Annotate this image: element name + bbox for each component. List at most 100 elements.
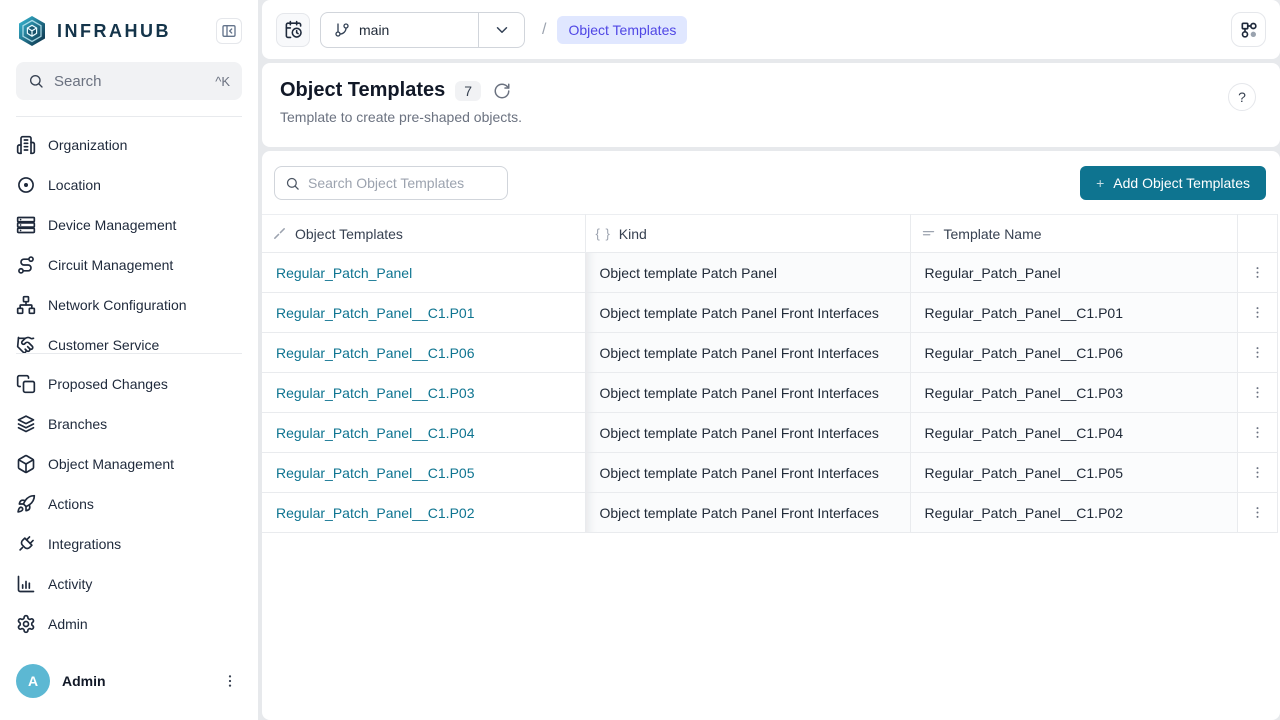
table-body: Regular_Patch_Panel Object template Patc… — [262, 253, 1277, 533]
user-menu-button[interactable] — [218, 669, 242, 693]
row-actions-button[interactable] — [1244, 339, 1271, 366]
server-icon — [16, 215, 36, 235]
table-row[interactable]: Regular_Patch_Panel__C1.P01 Object templ… — [262, 293, 1277, 333]
kebab-icon — [1250, 465, 1265, 480]
kebab-icon — [222, 673, 238, 689]
row-actions-button[interactable] — [1244, 419, 1271, 446]
sidebar-item-actions[interactable]: Actions — [0, 484, 258, 524]
plug-icon — [16, 534, 36, 554]
help-button[interactable]: ? — [1228, 83, 1256, 111]
sidebar-menu-primary: Organization Location Device Management … — [0, 117, 258, 353]
calendar-clock-icon — [284, 20, 303, 39]
sidebar-item-proposed-changes[interactable]: Proposed Changes — [0, 364, 258, 404]
sidebar-item-device-management[interactable]: Device Management — [0, 205, 258, 245]
sidebar-item-location[interactable]: Location — [0, 165, 258, 205]
sidebar-search[interactable]: Search ^K — [16, 62, 242, 100]
layers-icon — [16, 414, 36, 434]
branch-selector[interactable]: main — [320, 12, 525, 48]
search-shortcut: ^K — [215, 74, 230, 89]
kebab-icon — [1250, 345, 1265, 360]
row-actions-button[interactable] — [1244, 299, 1271, 326]
row-actions-button[interactable] — [1244, 499, 1271, 526]
kind-cell: Object template Patch Panel Front Interf… — [585, 453, 910, 493]
template-name-cell: Regular_Patch_Panel__C1.P04 — [910, 413, 1237, 453]
schema-button[interactable] — [1231, 12, 1266, 47]
table-row[interactable]: Regular_Patch_Panel__C1.P02 Object templ… — [262, 493, 1277, 533]
template-name-cell: Regular_Patch_Panel — [910, 253, 1237, 293]
row-actions-button[interactable] — [1244, 459, 1271, 486]
kebab-icon — [1250, 425, 1265, 440]
column-header-kind: { } Kind — [585, 215, 910, 253]
kind-cell: Object template Patch Panel Front Interf… — [585, 333, 910, 373]
chevron-down-icon — [493, 21, 511, 39]
main-area: main / Object Templates Object Templates… — [262, 0, 1280, 720]
bar-chart-icon — [16, 574, 36, 594]
branch-dropdown-toggle[interactable] — [478, 13, 524, 47]
diff-icon — [16, 374, 36, 394]
table-row[interactable]: Regular_Patch_Panel__C1.P05 Object templ… — [262, 453, 1277, 493]
sidebar-item-integrations[interactable]: Integrations — [0, 524, 258, 564]
kebab-icon — [1250, 505, 1265, 520]
kind-cell: Object template Patch Panel Front Interf… — [585, 293, 910, 333]
object-template-link[interactable]: Regular_Patch_Panel__C1.P03 — [276, 385, 474, 401]
gear-icon — [16, 614, 36, 634]
add-object-templates-button[interactable]: + Add Object Templates — [1080, 166, 1266, 200]
sidebar-item-label: Location — [48, 177, 101, 193]
sidebar-item-admin[interactable]: Admin — [0, 604, 258, 644]
object-template-link[interactable]: Regular_Patch_Panel__C1.P06 — [276, 345, 474, 361]
date-time-button[interactable] — [276, 13, 310, 47]
sidebar-item-customer-service[interactable]: Customer Service — [0, 325, 258, 353]
row-actions-button[interactable] — [1244, 379, 1271, 406]
app-logo-text: INFRAHUB — [57, 21, 171, 42]
sidebar-item-activity[interactable]: Activity — [0, 564, 258, 604]
object-template-link[interactable]: Regular_Patch_Panel__C1.P04 — [276, 425, 474, 441]
relationship-icon — [272, 226, 287, 241]
column-header-template-name: Template Name — [910, 215, 1237, 253]
column-header-actions — [1237, 215, 1277, 253]
object-template-link[interactable]: Regular_Patch_Panel__C1.P02 — [276, 505, 474, 521]
text-align-icon — [921, 226, 936, 241]
sidebar-item-label: Integrations — [48, 536, 121, 552]
branch-name: main — [359, 22, 389, 38]
refresh-button[interactable] — [491, 80, 513, 102]
branch-selector-value: main — [321, 13, 478, 47]
row-actions-button[interactable] — [1244, 259, 1271, 286]
table-header-row: Object Templates { } Kind — [262, 215, 1277, 253]
object-template-link[interactable]: Regular_Patch_Panel__C1.P01 — [276, 305, 474, 321]
breadcrumb-object-templates[interactable]: Object Templates — [557, 16, 687, 44]
sidebar-collapse-button[interactable] — [216, 18, 242, 44]
sidebar-item-label: Network Configuration — [48, 297, 187, 313]
search-icon — [285, 176, 300, 191]
breadcrumb-separator: / — [542, 21, 546, 39]
sidebar-item-label: Activity — [48, 576, 92, 592]
sidebar-item-branches[interactable]: Branches — [0, 404, 258, 444]
sidebar-item-network-configuration[interactable]: Network Configuration — [0, 285, 258, 325]
rocket-icon — [16, 494, 36, 514]
page-header: Object Templates 7 Template to create pr… — [262, 63, 1280, 147]
object-template-link[interactable]: Regular_Patch_Panel__C1.P05 — [276, 465, 474, 481]
table-row[interactable]: Regular_Patch_Panel Object template Patc… — [262, 253, 1277, 293]
table-row[interactable]: Regular_Patch_Panel__C1.P04 Object templ… — [262, 413, 1277, 453]
sidebar-item-label: Customer Service — [48, 337, 159, 353]
object-template-link[interactable]: Regular_Patch_Panel — [276, 265, 412, 281]
kind-cell: Object template Patch Panel Front Interf… — [585, 493, 910, 533]
topbar: main / Object Templates — [262, 0, 1280, 59]
object-search-input[interactable] — [308, 175, 497, 191]
sidebar-menu-secondary: Proposed Changes Branches Object Managem… — [0, 354, 258, 644]
sidebar-item-label: Organization — [48, 137, 127, 153]
braces-icon: { } — [596, 226, 611, 241]
sidebar-item-object-management[interactable]: Object Management — [0, 444, 258, 484]
table-row[interactable]: Regular_Patch_Panel__C1.P06 Object templ… — [262, 333, 1277, 373]
table-row[interactable]: Regular_Patch_Panel__C1.P03 Object templ… — [262, 373, 1277, 413]
template-name-cell: Regular_Patch_Panel__C1.P03 — [910, 373, 1237, 413]
avatar: A — [16, 664, 50, 698]
user-row: A Admin — [0, 652, 258, 720]
sidebar-item-label: Circuit Management — [48, 257, 173, 273]
content-panel: + Add Object Templates Object Templates — [262, 151, 1280, 720]
sidebar-item-organization[interactable]: Organization — [0, 125, 258, 165]
template-name-cell: Regular_Patch_Panel__C1.P01 — [910, 293, 1237, 333]
object-templates-table: Object Templates { } Kind — [262, 214, 1278, 533]
sidebar: INFRAHUB Search ^K Organization Location — [0, 0, 258, 720]
route-icon — [16, 255, 36, 275]
sidebar-item-circuit-management[interactable]: Circuit Management — [0, 245, 258, 285]
